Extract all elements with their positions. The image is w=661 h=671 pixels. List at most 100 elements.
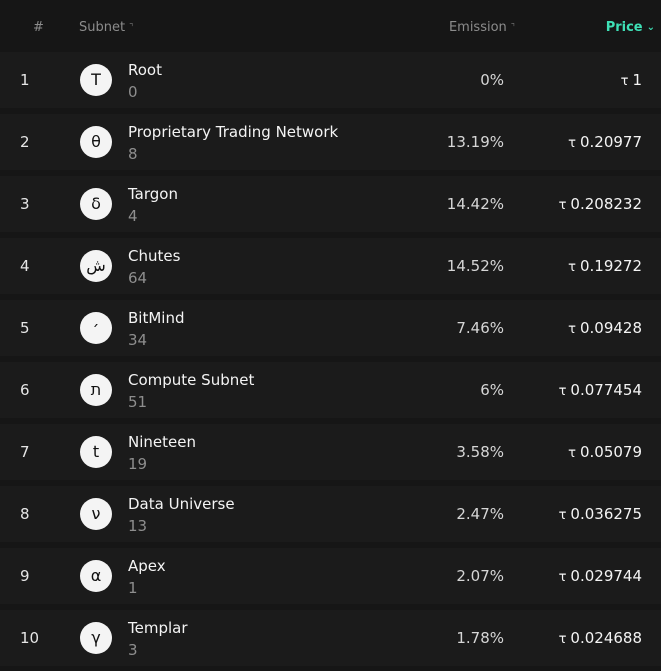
subnet-netuid: 3 [128, 641, 138, 659]
emission-cell: 14.52% [446, 257, 504, 275]
column-header-emission-label: Emission [448, 20, 507, 35]
subnet-netuid: 1 [128, 579, 138, 597]
price-value: 0.036275 [570, 505, 642, 523]
rank-cell: 6 [20, 381, 30, 399]
column-header-emission[interactable]: Emission ⌝ [449, 20, 515, 36]
price-cell: τ 0.20977 [568, 133, 642, 153]
subnet-netuid: 19 [128, 455, 148, 473]
subnet-symbol-icon: ν [80, 498, 112, 530]
price-cell: τ 0.09428 [568, 319, 642, 339]
rank-cell: 10 [20, 629, 40, 647]
price-cell: τ 0.19272 [568, 257, 642, 277]
emission-cell: 1.78% [456, 629, 504, 647]
subnet-name[interactable]: Templar [128, 619, 188, 637]
rank-cell: 7 [20, 443, 30, 461]
price-cell: τ 0.036275 [559, 505, 642, 525]
table-row[interactable]: 5 ׳ BitMind 34 7.46% τ 0.09428 [0, 300, 661, 356]
table-body: 1 Τ Root 0 0% τ1 2 θ Proprietary Trading… [0, 52, 661, 671]
price-cell: τ1 [621, 71, 642, 91]
subnet-name[interactable]: BitMind [128, 309, 184, 327]
rank-cell: 8 [20, 505, 30, 523]
tau-symbol: τ [568, 260, 576, 275]
subnet-netuid: 64 [128, 269, 148, 287]
price-cell: τ 0.024688 [559, 629, 642, 649]
subnet-netuid: 8 [128, 145, 138, 163]
table-row[interactable]: 2 θ Proprietary Trading Network 8 13.19%… [0, 114, 661, 170]
emission-cell: 2.07% [456, 567, 504, 585]
subnet-name[interactable]: Chutes [128, 247, 180, 265]
rank-cell: 9 [20, 567, 30, 585]
table-row[interactable]: 1 Τ Root 0 0% τ1 [0, 52, 661, 108]
emission-cell: 13.19% [446, 133, 504, 151]
column-header-price-label: Price [605, 20, 643, 35]
price-cell: τ 0.208232 [559, 195, 642, 215]
subnet-netuid: 51 [128, 393, 148, 411]
column-header-price[interactable]: Price ⌄ [606, 20, 655, 36]
subnet-name[interactable]: Targon [128, 185, 178, 203]
subnet-name[interactable]: Proprietary Trading Network [128, 123, 338, 141]
price-value: 0.19272 [579, 257, 642, 275]
subnet-name[interactable]: Compute Subnet [128, 371, 254, 389]
column-header-rank: # [33, 20, 44, 35]
subnet-symbol-icon: t [80, 436, 112, 468]
tau-symbol: τ [558, 570, 567, 585]
rank-cell: 1 [20, 71, 30, 89]
subnet-netuid: 0 [128, 83, 138, 101]
table-row[interactable]: 10 γ Templar 3 1.78% τ 0.024688 [0, 610, 661, 666]
price-value: 1 [632, 71, 642, 89]
chevron-down-icon: ⌄ [646, 22, 655, 33]
sort-neutral-icon: ⌝ [129, 23, 134, 33]
subnet-symbol-icon: ׳ [80, 312, 112, 344]
tau-symbol: τ [568, 322, 576, 337]
subnet-netuid: 13 [128, 517, 148, 535]
price-value: 0.09428 [579, 319, 642, 337]
tau-symbol: τ [568, 446, 576, 461]
subnet-symbol-icon: α [80, 560, 112, 592]
price-value: 0.208232 [570, 195, 642, 213]
table-row[interactable]: 3 δ Targon 4 14.42% τ 0.208232 [0, 176, 661, 232]
tau-symbol: τ [558, 632, 567, 647]
subnet-name[interactable]: Nineteen [128, 433, 196, 451]
price-cell: τ 0.029744 [559, 567, 642, 587]
price-value: 0.20977 [579, 133, 642, 151]
subnet-symbol-icon: θ [80, 126, 112, 158]
subnet-netuid: 4 [128, 207, 138, 225]
price-value: 0.077454 [570, 381, 642, 399]
tau-symbol: τ [558, 508, 567, 523]
rank-cell: 2 [20, 133, 30, 151]
subnet-symbol-icon: Τ [80, 64, 112, 96]
table-row[interactable]: 7 t Nineteen 19 3.58% τ 0.05079 [0, 424, 661, 480]
table-header: # Subnet ⌝ Emission ⌝ Price ⌄ [0, 0, 661, 52]
price-value: 0.024688 [570, 629, 642, 647]
emission-cell: 7.46% [456, 319, 504, 337]
tau-symbol: τ [558, 198, 567, 213]
table-row[interactable]: 8 ν Data Universe 13 2.47% τ 0.036275 [0, 486, 661, 542]
table-row[interactable]: 9 α Apex 1 2.07% τ 0.029744 [0, 548, 661, 604]
emission-cell: 3.58% [456, 443, 504, 461]
rank-cell: 5 [20, 319, 30, 337]
tau-symbol: τ [558, 384, 567, 399]
emission-cell: 6% [480, 381, 504, 399]
price-cell: τ 0.077454 [559, 381, 642, 401]
table-row[interactable]: 6 ת Compute Subnet 51 6% τ 0.077454 [0, 362, 661, 418]
subnet-table: # Subnet ⌝ Emission ⌝ Price ⌄ 1 Τ Root 0 0%… [0, 0, 661, 671]
table-row[interactable]: 4 ش Chutes 64 14.52% τ 0.19272 [0, 238, 661, 294]
sort-neutral-icon: ⌝ [510, 23, 515, 33]
subnet-name[interactable]: Apex [128, 557, 166, 575]
subnet-name[interactable]: Data Universe [128, 495, 235, 513]
subnet-symbol-icon: ش [80, 250, 112, 282]
subnet-symbol-icon: γ [80, 622, 112, 654]
emission-cell: 14.42% [446, 195, 504, 213]
subnet-name[interactable]: Root [128, 61, 162, 79]
rank-cell: 3 [20, 195, 30, 213]
subnet-netuid: 34 [128, 331, 148, 349]
price-cell: τ 0.05079 [568, 443, 642, 463]
rank-cell: 4 [20, 257, 30, 275]
price-value: 0.029744 [570, 567, 642, 585]
emission-cell: 0% [480, 71, 504, 89]
column-header-subnet[interactable]: Subnet ⌝ [79, 20, 133, 36]
column-header-subnet-label: Subnet [79, 20, 126, 35]
price-value: 0.05079 [579, 443, 642, 461]
tau-symbol: τ [568, 136, 576, 151]
subnet-symbol-icon: δ [80, 188, 112, 220]
